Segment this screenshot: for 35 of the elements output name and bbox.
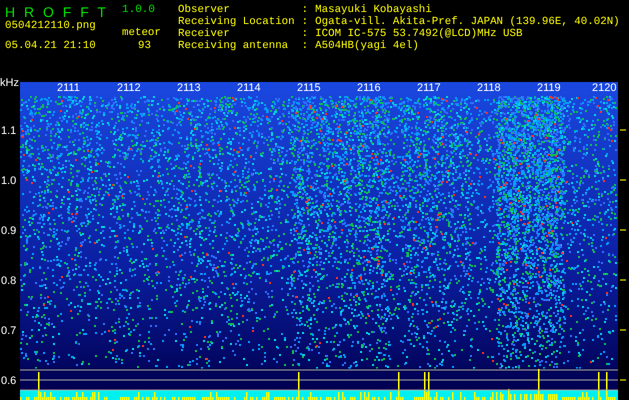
time-label: 2112 bbox=[117, 82, 141, 94]
time-label: 2118 bbox=[477, 82, 501, 94]
axis-unit: kHz bbox=[0, 77, 19, 89]
meteor-label: meteor bbox=[122, 27, 161, 39]
time-label: 2115 bbox=[297, 82, 321, 94]
time-label: 2117 bbox=[417, 82, 441, 94]
frequency-label: 0.9 bbox=[1, 225, 16, 237]
info-value: A504HB(yagi 4el) bbox=[315, 40, 420, 52]
time-label: 2119 bbox=[537, 82, 561, 94]
info-label: Observer bbox=[178, 4, 231, 16]
separator: : bbox=[302, 28, 308, 40]
frequency-label: 0.6 bbox=[1, 375, 16, 387]
info-value: ICOM IC-575 53.7492(@LCD)MHz USB bbox=[315, 28, 524, 40]
separator: : bbox=[302, 4, 308, 16]
info-label: Receiving Location bbox=[178, 16, 295, 28]
frequency-label: 1.1 bbox=[1, 125, 16, 137]
separator: : bbox=[302, 16, 308, 28]
time-label: 2111 bbox=[57, 82, 80, 94]
time-label: 2113 bbox=[177, 82, 201, 94]
app-title: H R O F F T bbox=[5, 4, 106, 20]
time-label: 2116 bbox=[357, 82, 381, 94]
frequency-label: 0.8 bbox=[1, 275, 16, 287]
separator: : bbox=[302, 40, 308, 52]
info-value: Ogata-vill. Akita-Pref. JAPAN (139.96E, 40.02N) bbox=[315, 16, 620, 28]
info-label: Receiver bbox=[178, 28, 231, 40]
info-value: Masayuki Kobayashi bbox=[315, 4, 433, 16]
time-label: 2114 bbox=[237, 82, 261, 94]
time-label: 2120 bbox=[592, 82, 616, 94]
version-label: 1.0.0 bbox=[122, 4, 156, 16]
date-time: 05.04.21 21:10 bbox=[5, 40, 96, 52]
frequency-label: 0.7 bbox=[1, 325, 16, 337]
frequency-label: 1.0 bbox=[1, 175, 16, 187]
info-label: Receiving antenna bbox=[178, 40, 290, 52]
file-name: 0504212110.png bbox=[5, 20, 96, 32]
meteor-count: 93 bbox=[138, 40, 151, 52]
